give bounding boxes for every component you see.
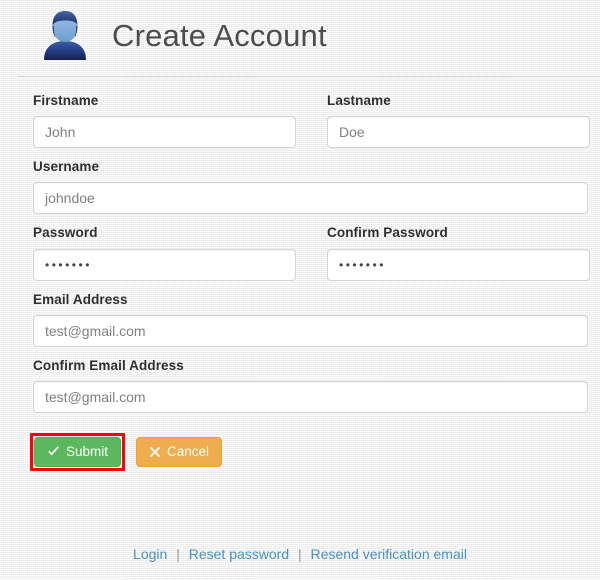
field-lastname: Lastname Doe <box>327 93 590 149</box>
check-icon <box>47 445 60 458</box>
link-login[interactable]: Login <box>133 546 167 562</box>
firstname-input[interactable]: John <box>33 116 296 149</box>
confirm-password-label: Confirm Password <box>327 225 448 241</box>
cancel-button-label: Cancel <box>167 444 210 460</box>
submit-button-highlight: Submit <box>30 432 126 471</box>
page-title: Create Account <box>112 17 327 53</box>
submit-button[interactable]: Submit <box>34 436 122 467</box>
times-icon <box>149 446 161 458</box>
confirm-email-label: Confirm Email Address <box>33 357 184 373</box>
email-input[interactable]: test@gmail.com <box>33 314 588 347</box>
form-actions: Submit Cancel <box>0 424 600 471</box>
lastname-input[interactable]: Doe <box>327 116 590 149</box>
form-row-username: Username johndoe <box>33 159 588 215</box>
field-confirm-password: Confirm Password ••••••• <box>327 225 590 281</box>
username-input[interactable]: johndoe <box>33 182 588 215</box>
create-account-page: Create Account Firstname John Lastname D… <box>0 0 600 580</box>
confirm-email-input[interactable]: test@gmail.com <box>33 380 588 413</box>
email-label: Email Address <box>33 291 128 307</box>
password-input[interactable]: ••••••• <box>33 248 296 281</box>
lastname-label: Lastname <box>327 93 391 108</box>
link-separator-1: | <box>176 546 180 562</box>
form-row-name: Firstname John Lastname Doe <box>33 93 590 149</box>
firstname-label: Firstname <box>33 93 99 108</box>
form-row-email: Email Address test@gmail.com <box>33 292 588 347</box>
field-username: Username johndoe <box>33 159 588 215</box>
field-email: Email Address test@gmail.com <box>33 292 588 347</box>
cancel-button[interactable]: Cancel <box>136 436 223 467</box>
create-account-form: Firstname John Lastname Doe Username joh… <box>0 77 600 413</box>
footer-links: Login | Reset password | Resend verifica… <box>0 544 600 564</box>
page-header: Create Account <box>0 0 600 62</box>
field-confirm-email: Confirm Email Address test@gmail.com <box>33 358 588 413</box>
user-avatar-icon <box>38 8 92 62</box>
field-firstname: Firstname John <box>33 93 296 149</box>
field-password: Password ••••••• <box>33 225 296 281</box>
form-row-password: Password ••••••• Confirm Password ••••••… <box>33 225 590 281</box>
username-label: Username <box>33 159 100 175</box>
link-resend-verification-email[interactable]: Resend verification email <box>311 546 467 562</box>
confirm-password-input[interactable]: ••••••• <box>327 248 590 281</box>
submit-button-label: Submit <box>66 444 109 460</box>
form-row-confirm-email: Confirm Email Address test@gmail.com <box>33 358 588 413</box>
password-label: Password <box>33 225 98 241</box>
link-separator-2: | <box>298 546 302 562</box>
link-reset-password[interactable]: Reset password <box>189 546 289 562</box>
